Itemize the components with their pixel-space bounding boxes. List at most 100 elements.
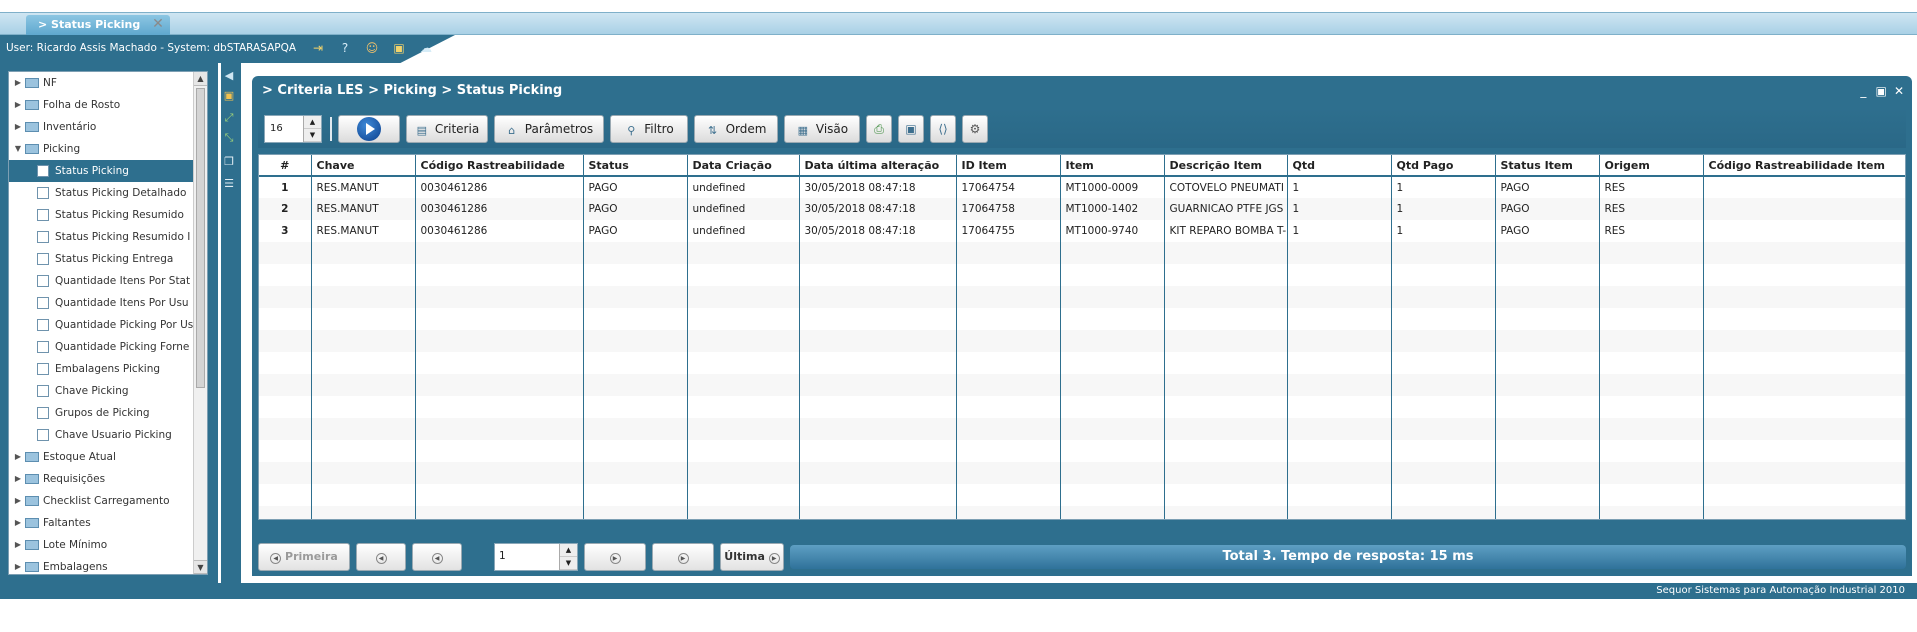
rows-per-page-stepper[interactable]: 16 ▲ ▼ [264,115,322,143]
tab-status-picking[interactable]: > Status Picking [26,15,170,35]
page-up-icon[interactable]: ▲ [560,544,577,557]
last-page-button[interactable]: Última ▶ [720,543,784,571]
empty-cell [311,440,416,462]
tree-item[interactable]: Status Picking [9,160,207,182]
scroll-down-icon[interactable]: ▼ [194,560,207,574]
collapse-left-icon[interactable]: ◀ [222,69,236,83]
column-header[interactable]: Qtd [1287,155,1392,177]
help-icon[interactable]: ? [337,40,353,56]
exit-icon[interactable]: ⇥ [310,40,326,56]
tree-item[interactable]: Status Picking Detalhado [9,182,207,204]
minimize-icon[interactable]: _ [1856,84,1870,98]
user-icon[interactable]: ☺ [364,40,380,56]
collapse-arrow-icon[interactable]: ▼ [13,138,23,160]
expand-icon[interactable]: ⤢ [222,111,236,125]
column-header[interactable]: Origem [1599,155,1704,177]
lock-icon[interactable]: ▣ [391,40,407,56]
tree-item[interactable]: ▶ Embalagens [9,556,207,574]
tree-item[interactable]: ▶ Inventário [9,116,207,138]
next-icon: ▶ [609,553,621,564]
tree-item[interactable]: ▶ Estoque Atual [9,446,207,468]
empty-cell [415,308,584,330]
tree-item[interactable]: Status Picking Resumido [9,204,207,226]
tree-item[interactable]: ▶ Requisições [9,468,207,490]
tree-item[interactable]: Status Picking Resumido I [9,226,207,248]
lock-icon[interactable]: ▣ [222,89,236,103]
expand-arrow-icon[interactable]: ▶ [13,556,23,574]
tree-item[interactable]: Grupos de Picking [9,402,207,424]
scroll-thumb[interactable] [196,88,205,388]
column-header[interactable]: Chave [311,155,416,177]
parametros-button[interactable]: ⌂ Parâmetros [494,115,604,143]
table-cell: 0030461286 [415,176,584,198]
column-header[interactable]: Item [1060,155,1165,177]
settings-button[interactable]: ⚙ [962,115,988,143]
tree-item[interactable]: Quantidade Itens Por Usu [9,292,207,314]
tree-item[interactable]: Quantidade Picking Por Us [9,314,207,336]
empty-cell [1164,374,1288,396]
column-header[interactable]: Código Rastreabilidade Item [1703,155,1905,177]
table-row[interactable]: 2 RES.MANUT 0030461286 PAGO undefined 30/05/2… [259,198,1905,220]
column-header[interactable]: Data Criação [687,155,800,177]
tree-item[interactable]: Quantidade Itens Por Stat [9,270,207,292]
tree-item[interactable]: Chave Picking [9,380,207,402]
stepper-up-icon[interactable]: ▲ [304,116,321,129]
windows-icon[interactable]: ❐ [222,155,236,169]
visao-button[interactable]: ▦ Visão [784,115,860,143]
expand-arrow-icon[interactable]: ▶ [13,468,23,490]
expand-arrow-icon[interactable]: ▶ [13,490,23,512]
column-header[interactable]: Descrição Item [1164,155,1288,177]
tree-item[interactable]: ▶ Faltantes [9,512,207,534]
previous-page-button[interactable]: ◀ [412,543,462,571]
table-row[interactable]: 1 RES.MANUT 0030461286 PAGO undefined 30/05/2… [259,176,1905,198]
tree-item[interactable]: ▶ Lote Mínimo [9,534,207,556]
empty-row [259,330,1905,352]
scroll-up-icon[interactable]: ▲ [194,72,207,86]
ordem-button[interactable]: ⇅ Ordem [694,115,778,143]
column-header[interactable]: Qtd Pago [1391,155,1496,177]
column-header[interactable]: # [259,155,312,177]
close-tab-icon[interactable]: ✕ [150,16,166,32]
expand-arrow-icon[interactable]: ▶ [13,446,23,468]
tree-scrollbar[interactable]: ▲ ▼ [193,72,207,574]
maximize-icon[interactable]: ▣ [1874,84,1888,98]
expand-arrow-icon[interactable]: ▶ [13,512,23,534]
save-button[interactable]: ▣ [898,115,924,143]
stepper-down-icon[interactable]: ▼ [304,129,321,142]
next-block-button[interactable]: ▶ [652,543,714,571]
previous-block-button[interactable]: ◀ [356,543,406,571]
expand-arrow-icon[interactable]: ▶ [13,534,23,556]
expand-arrow-icon[interactable]: ▶ [13,72,23,94]
table-cell: undefined [687,220,800,242]
tree-item[interactable]: ▶ Checklist Carregamento [9,490,207,512]
expand-arrow-icon[interactable]: ▶ [13,116,23,138]
first-page-button[interactable]: ◀ Primeira [258,543,350,571]
close-icon[interactable]: ✕ [1892,84,1906,98]
tree-item[interactable]: Embalagens Picking [9,358,207,380]
column-header[interactable]: Status Item [1495,155,1600,177]
page-down-icon[interactable]: ▼ [560,557,577,570]
table-row[interactable]: 3 RES.MANUT 0030461286 PAGO undefined 30/05/2… [259,220,1905,242]
page-number-stepper[interactable]: 1 ▲ ▼ [494,543,578,571]
tree-item[interactable]: Status Picking Entrega [9,248,207,270]
cloud-icon[interactable]: ☁ [418,40,434,56]
column-header[interactable]: ID Item [956,155,1061,177]
tree-item[interactable]: ▶ Folha de Rosto [9,94,207,116]
tree-item[interactable]: Quantidade Picking Forne [9,336,207,358]
tree-item[interactable]: ▼ Picking [9,138,207,160]
column-header[interactable]: Status [583,155,688,177]
tree-item[interactable]: ▶ NF [9,72,207,94]
export-button[interactable]: ⎙ [866,115,892,143]
next-page-button[interactable]: ▶ [584,543,646,571]
filtro-button[interactable]: ⚲ Filtro [610,115,688,143]
code-button[interactable]: ⟨⟩ [930,115,956,143]
empty-cell [1703,352,1905,374]
criteria-button[interactable]: ▤ Criteria [406,115,488,143]
column-header[interactable]: Data última alteração [799,155,957,177]
expand-arrow-icon[interactable]: ▶ [13,94,23,116]
column-header[interactable]: Código Rastreabilidade [415,155,584,177]
tree-item[interactable]: Chave Usuario Picking [9,424,207,446]
list-icon[interactable]: ☰ [222,177,236,191]
collapse-icon[interactable]: ⤡ [222,131,236,145]
run-button[interactable] [338,115,400,143]
